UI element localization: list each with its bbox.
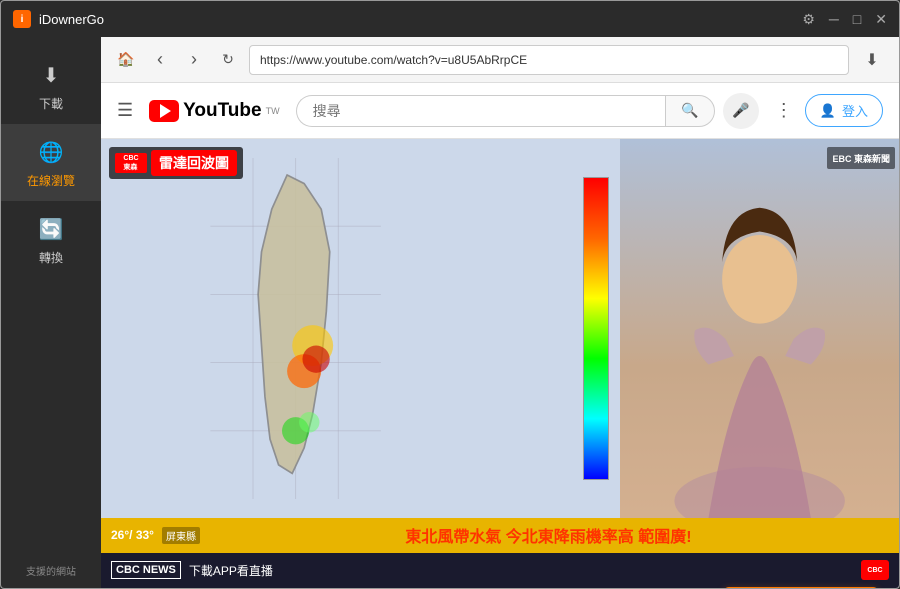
browser-content[interactable]: ☰ YouTube TW 🔍 🎤	[101, 83, 899, 588]
browse-icon: 🌐	[35, 136, 67, 168]
maximize-icon[interactable]: □	[853, 11, 861, 27]
ebc-top-right: EBC 東森新聞	[827, 147, 895, 169]
signin-label: 登入	[842, 101, 868, 120]
home-button[interactable]: 🏠	[113, 47, 139, 73]
radar-map: EBC 東森新聞	[101, 139, 899, 518]
youtube-more-icon[interactable]: ⋮	[775, 100, 793, 121]
weather-bottom-row: CBC NEWS 下載APP看直播 CBC	[101, 553, 899, 588]
youtube-menu-icon[interactable]: ☰	[117, 100, 133, 121]
ebc-top-right-label: EBC 東森新聞	[832, 154, 890, 164]
sidebar-label-browse: 在線瀏覽	[27, 172, 75, 189]
video-background: EBC 東森新聞 CBC東森 雷達回波圖	[101, 139, 899, 588]
weather-top-row: 26°/ 33° 屏東縣 東北風帶水氣 今北東降雨機率高 範圍廣!	[101, 518, 899, 553]
back-icon: ‹	[157, 49, 163, 70]
refresh-button[interactable]: ↻	[215, 47, 241, 73]
youtube-search-box: 🔍 🎤	[296, 93, 759, 129]
ebc-logo-box: CBC東森	[115, 153, 147, 173]
close-icon[interactable]: ✕	[875, 11, 887, 28]
video-container[interactable]: EBC 東森新聞 CBC東森 雷達回波圖	[101, 139, 899, 588]
youtube-play-icon	[149, 100, 179, 122]
sidebar-label-download: 下載	[39, 95, 63, 112]
ebc-news-logo: CBC NEWS	[111, 561, 181, 579]
home-icon: 🏠	[117, 51, 134, 68]
radar-left	[101, 139, 620, 518]
weather-location: 屏東縣	[162, 527, 200, 544]
radar-color-scale	[583, 177, 609, 480]
youtube-signin-button[interactable]: 👤 登入	[805, 94, 883, 127]
sidebar-item-browse[interactable]: 🌐 在線瀏覽	[1, 124, 101, 201]
app-icon: i	[13, 10, 31, 28]
youtube-voice-button[interactable]: 🎤	[723, 93, 759, 129]
account-icon: 👤	[820, 103, 836, 119]
weather-headline: 東北風帶水氣 今北東降雨機率高 範圍廣!	[208, 523, 889, 547]
convert-icon: 🔄	[35, 213, 67, 245]
radar-title: 雷達回波圖	[151, 150, 237, 176]
nav-download-icon[interactable]: ⬇	[857, 45, 887, 75]
ebc-top-banner: CBC東森 雷達回波圖	[109, 147, 243, 179]
youtube-logo[interactable]: YouTube TW	[149, 100, 279, 122]
window-controls: ⚙ ─ □ ✕	[802, 11, 887, 28]
main-layout: ⬇ 下載 🌐 在線瀏覽 🔄 轉換 支援的網站 🏠 ‹	[1, 37, 899, 588]
sidebar-label-convert: 轉換	[39, 249, 63, 266]
nav-dl-icon: ⬇	[865, 50, 878, 70]
microphone-icon: 🎤	[732, 102, 749, 119]
minimize-icon[interactable]: ─	[829, 11, 839, 27]
youtube-search-input[interactable]	[296, 95, 665, 127]
sidebar-footer-supported-sites[interactable]: 支援的網站	[16, 553, 86, 588]
refresh-icon: ↻	[222, 51, 234, 68]
youtube-region: TW	[266, 106, 280, 116]
weather-bottom-bar: 26°/ 33° 屏東縣 東北風帶水氣 今北東降雨機率高 範圍廣! CBC NE…	[101, 518, 899, 588]
app-title: iDownerGo	[39, 12, 802, 27]
taiwan-svg	[153, 158, 438, 499]
youtube-search-button[interactable]: 🔍	[665, 95, 715, 127]
sidebar-item-download[interactable]: ⬇ 下載	[1, 47, 101, 124]
settings-icon[interactable]: ⚙	[802, 11, 815, 28]
ebc-bottom-right-logo: CBC	[861, 560, 889, 580]
youtube-wordmark: YouTube	[183, 100, 261, 122]
url-input[interactable]	[249, 45, 849, 75]
download-button[interactable]: ⬇ Download	[723, 587, 879, 588]
presenter-area: EBC 東森新聞	[620, 139, 899, 518]
sidebar: ⬇ 下載 🌐 在線瀏覽 🔄 轉換 支援的網站	[1, 37, 101, 588]
news-ticker: 下載APP看直播	[189, 562, 273, 579]
title-bar: i iDownerGo ⚙ ─ □ ✕	[1, 1, 899, 37]
forward-button[interactable]: ›	[181, 47, 207, 73]
youtube-header-right: ⋮ 👤 登入	[775, 94, 883, 127]
sidebar-item-convert[interactable]: 🔄 轉換	[1, 201, 101, 278]
weather-temp: 26°/ 33°	[111, 528, 154, 542]
video-thumbnail: EBC 東森新聞 CBC東森 雷達回波圖	[101, 139, 899, 588]
presenter-svg	[620, 177, 899, 518]
youtube-header: ☰ YouTube TW 🔍 🎤	[101, 83, 899, 139]
forward-icon: ›	[191, 49, 197, 70]
nav-bar: 🏠 ‹ › ↻ ⬇	[101, 37, 899, 83]
play-triangle	[160, 104, 171, 118]
content-area: 🏠 ‹ › ↻ ⬇ ☰	[101, 37, 899, 588]
app-window: i iDownerGo ⚙ ─ □ ✕ ⬇ 下載 🌐 在線瀏覽 🔄 轉換	[0, 0, 900, 589]
back-button[interactable]: ‹	[147, 47, 173, 73]
ebc-logo-text: CBC東森	[123, 155, 138, 172]
download-icon: ⬇	[35, 59, 67, 91]
search-icon: 🔍	[681, 102, 698, 119]
